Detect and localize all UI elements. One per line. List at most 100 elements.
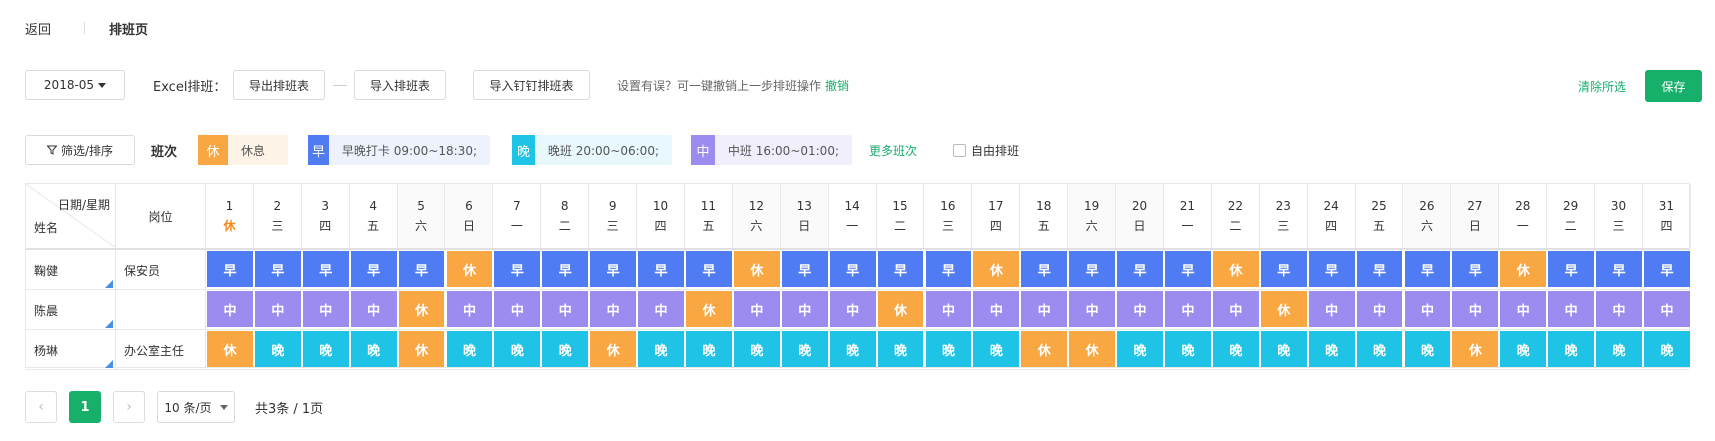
shift-cell[interactable]: 早 [590,251,637,287]
shift-cell[interactable]: 休 [733,251,780,287]
shift-cell[interactable]: 晚 [925,331,972,367]
back-link[interactable]: 返回 [25,19,51,38]
shift-cell[interactable]: 早 [542,251,589,287]
shift-cell[interactable]: 晚 [254,331,301,367]
shift-cell[interactable]: 晚 [973,331,1020,367]
shift-cell[interactable]: 晚 [1404,331,1451,367]
shift-cell[interactable]: 休 [590,331,637,367]
shift-cell[interactable]: 早 [350,251,397,287]
shift-cell[interactable]: 晚 [1548,331,1595,367]
undo-link[interactable]: 撤销 [825,77,849,94]
shift-cell[interactable]: 晚 [638,331,684,367]
shift-cell[interactable]: 中 [781,291,828,327]
shift-cell[interactable]: 中 [925,291,972,327]
shift-cell[interactable]: 晚 [733,331,780,367]
shift-cell[interactable]: 早 [1021,251,1068,287]
shift-cell[interactable]: 休 [1069,331,1116,367]
shift-cell[interactable]: 早 [925,251,972,287]
shift-cell[interactable]: 早 [1452,251,1499,287]
shift-cell[interactable]: 晚 [302,331,349,367]
free-schedule-toggle[interactable]: 自由排班 [953,135,1019,165]
clear-selection-link[interactable]: 清除所选 [1578,71,1626,101]
shift-cell[interactable]: 晚 [542,331,589,367]
shift-cell[interactable]: 晚 [877,331,924,367]
next-page-button[interactable]: › [113,391,145,423]
shift-cell[interactable]: 中 [1212,291,1259,327]
shift-cell[interactable]: 早 [207,251,253,287]
shift-cell[interactable]: 中 [1356,291,1403,327]
shift-cell[interactable]: 早 [1356,251,1403,287]
shift-cell[interactable]: 早 [302,251,349,287]
shift-cell[interactable]: 晚 [686,331,732,367]
shift-cell[interactable]: 中 [1308,291,1355,327]
page-1-button[interactable]: 1 [69,391,101,423]
shift-cell[interactable]: 晚 [1308,331,1355,367]
shift-cell[interactable]: 早 [638,251,684,287]
shift-cell[interactable]: 休 [1260,291,1307,327]
shift-cell[interactable]: 中 [590,291,637,327]
shift-cell[interactable]: 晚 [1644,331,1690,367]
shift-cell[interactable]: 休 [973,251,1020,287]
employee-name-cell[interactable]: 鞠健 [26,250,116,290]
shift-cell[interactable]: 中 [1644,291,1690,327]
shift-cell[interactable]: 休 [686,291,732,327]
shift-cell[interactable]: 晚 [1165,331,1211,367]
shift-cell[interactable]: 中 [1165,291,1211,327]
shift-cell[interactable]: 中 [350,291,397,327]
shift-cell[interactable]: 中 [638,291,684,327]
shift-cell[interactable]: 中 [1404,291,1451,327]
shift-cell[interactable]: 中 [829,291,876,327]
shift-cell[interactable]: 中 [1452,291,1499,327]
shift-cell[interactable]: 早 [686,251,732,287]
import-button[interactable]: 导入排班表 [354,70,446,100]
shift-cell[interactable]: 中 [446,291,493,327]
shift-cell[interactable]: 中 [1500,291,1547,327]
shift-cell[interactable]: 早 [781,251,828,287]
shift-cell[interactable]: 晚 [1260,331,1307,367]
shift-cell[interactable]: 晚 [446,331,493,367]
shift-cell[interactable]: 晚 [1356,331,1403,367]
shift-cell[interactable]: 中 [207,291,253,327]
shift-cell[interactable]: 早 [877,251,924,287]
shift-cell[interactable]: 晚 [1212,331,1259,367]
shift-cell[interactable]: 中 [1069,291,1116,327]
shift-cell[interactable]: 中 [1021,291,1068,327]
shift-cell[interactable]: 晚 [829,331,876,367]
shift-cell[interactable]: 休 [207,331,253,367]
shift-cell[interactable]: 中 [302,291,349,327]
shift-cell[interactable]: 早 [254,251,301,287]
shift-cell[interactable]: 休 [1500,251,1547,287]
shift-cell[interactable]: 早 [829,251,876,287]
shift-cell[interactable]: 中 [254,291,301,327]
shift-cell[interactable]: 早 [1260,251,1307,287]
shift-cell[interactable]: 休 [877,291,924,327]
shift-cell[interactable]: 中 [542,291,589,327]
shift-cell[interactable]: 中 [733,291,780,327]
employee-name-cell[interactable]: 杨琳 [26,330,116,370]
shift-cell[interactable]: 休 [1021,331,1068,367]
shift-cell[interactable]: 早 [1308,251,1355,287]
filter-sort-button[interactable]: 筛选/排序 [25,135,135,165]
export-button[interactable]: 导出排班表 [233,70,325,100]
shift-cell[interactable]: 早 [494,251,541,287]
shift-cell[interactable]: 休 [1212,251,1259,287]
page-size-select[interactable]: 10 条/页 [157,391,235,423]
shift-cell[interactable]: 晚 [350,331,397,367]
shift-cell[interactable]: 中 [1596,291,1642,327]
shift-cell[interactable]: 晚 [1117,331,1163,367]
shift-cell[interactable]: 早 [1596,251,1642,287]
shift-cell[interactable]: 休 [1452,331,1499,367]
checkbox[interactable] [953,143,966,157]
save-button[interactable]: 保存 [1645,70,1702,102]
shift-cell[interactable]: 中 [1117,291,1163,327]
shift-cell[interactable]: 晚 [781,331,828,367]
shift-cell[interactable]: 晚 [1596,331,1642,367]
shift-cell[interactable]: 早 [1644,251,1690,287]
more-shifts-link[interactable]: 更多班次 [869,135,917,165]
shift-cell[interactable]: 休 [446,251,493,287]
shift-cell[interactable]: 早 [1117,251,1163,287]
shift-cell[interactable]: 中 [973,291,1020,327]
month-select[interactable]: 2018-05 [25,70,125,100]
prev-page-button[interactable]: ‹ [25,391,57,423]
shift-cell[interactable]: 早 [1548,251,1595,287]
